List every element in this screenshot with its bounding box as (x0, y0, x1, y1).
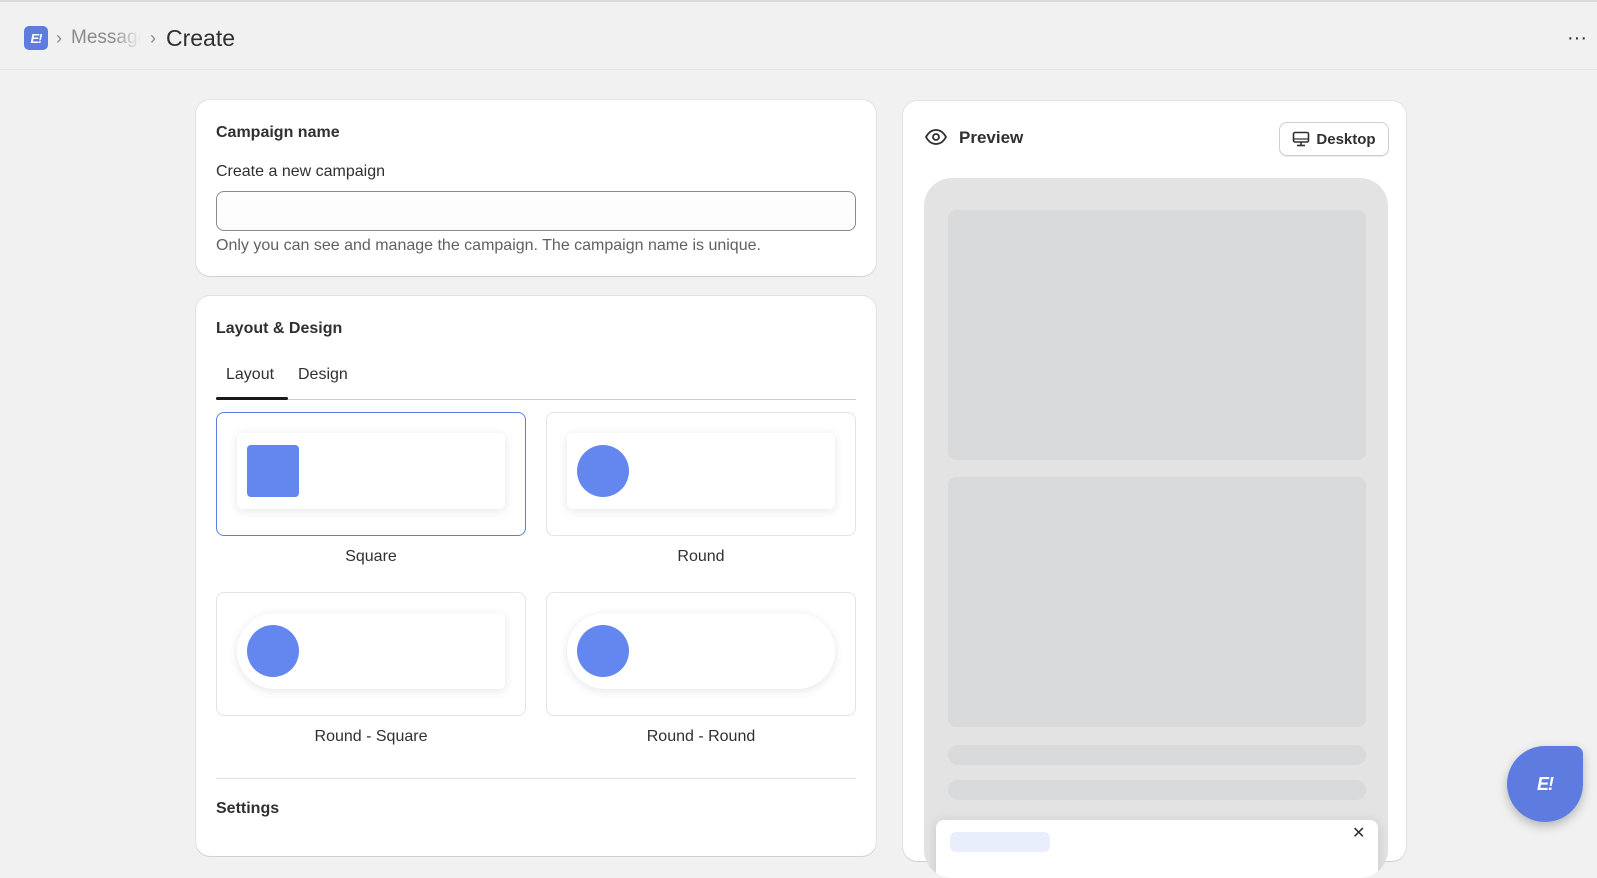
preview-title: Preview (959, 128, 1024, 147)
layout-option-round-round[interactable] (546, 592, 856, 716)
layout-card-title: Layout & Design (216, 320, 343, 337)
layout-option-label: Round (677, 548, 725, 565)
more-actions-button[interactable]: ··· (1564, 27, 1590, 49)
round-thumb-icon (577, 445, 629, 497)
layout-option-square[interactable] (216, 412, 526, 536)
app-logo-text: E! (30, 30, 43, 46)
device-toggle-button[interactable]: Desktop (1279, 122, 1389, 156)
breadcrumb-chevron-icon: › (56, 28, 62, 48)
square-thumb-icon (247, 445, 299, 497)
preview-card: Preview Desktop ✕ (903, 101, 1406, 878)
device-toggle-label: Desktop (1316, 130, 1376, 148)
skeleton-block (948, 210, 1366, 460)
campaign-field-label: Create a new campaign (216, 163, 385, 180)
tab-layout[interactable]: Layout (226, 366, 274, 384)
round-thumb-icon (577, 625, 629, 677)
chat-logo-icon: E! (1537, 773, 1554, 794)
section-divider (216, 778, 856, 779)
layout-design-tabs: Layout Design (216, 360, 856, 400)
layout-design-card: Layout & Design Layout Design Square Rou… (196, 296, 876, 856)
round-thumb-icon (247, 625, 299, 677)
settings-title: Settings (216, 800, 280, 817)
breadcrumb-chevron-icon: › (150, 28, 156, 48)
layout-option-label: Square (345, 548, 397, 565)
page-title: Create (166, 25, 236, 51)
campaign-help-text: Only you can see and manage the campaign… (216, 237, 761, 254)
eye-icon (925, 129, 947, 145)
campaign-name-input[interactable] (216, 191, 856, 231)
skeleton-line (948, 780, 1366, 800)
option-preview-card (567, 433, 835, 509)
preview-popup: ✕ (936, 820, 1378, 878)
chat-widget-button[interactable]: E! (1507, 746, 1583, 822)
preview-frame: ✕ (924, 178, 1388, 878)
layout-option-round-square[interactable] (216, 592, 526, 716)
close-icon[interactable]: ✕ (1352, 826, 1365, 842)
page-header: E! › Messages › Create ··· (0, 2, 1597, 70)
campaign-card-title: Campaign name (216, 124, 340, 141)
campaign-name-card: Campaign name Create a new campaign Only… (196, 100, 876, 276)
option-preview-card (237, 613, 505, 689)
popup-thumb (950, 832, 1050, 852)
desktop-icon (1293, 131, 1310, 147)
layout-option-round[interactable] (546, 412, 856, 536)
layout-option-label: Round - Round (646, 728, 756, 745)
option-preview-card (237, 433, 505, 509)
skeleton-line (948, 745, 1366, 765)
tab-design[interactable]: Design (298, 366, 348, 384)
app-logo-icon[interactable]: E! (24, 26, 48, 50)
breadcrumb-messages[interactable]: Messages (71, 26, 141, 50)
skeleton-block (948, 477, 1366, 727)
option-preview-card (567, 613, 835, 689)
active-tab-indicator (216, 397, 288, 400)
layout-option-label: Round - Square (314, 728, 428, 745)
